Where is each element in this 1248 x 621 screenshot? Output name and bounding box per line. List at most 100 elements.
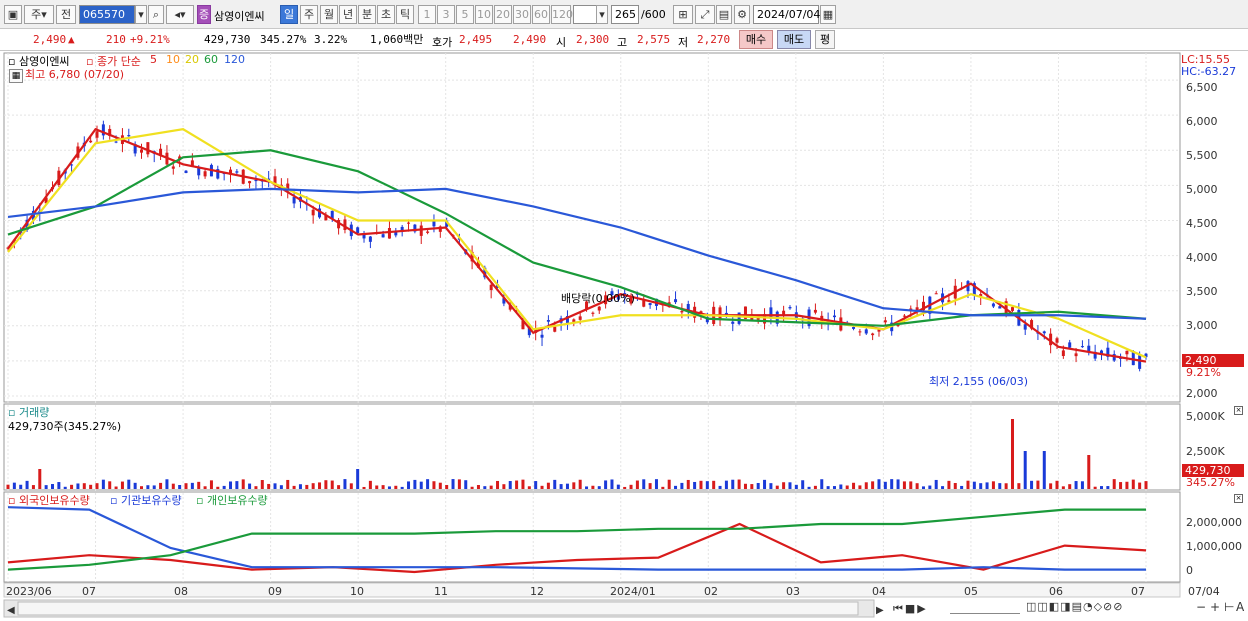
volume-bar xyxy=(483,486,487,489)
bid-price: 2,490 xyxy=(513,33,547,46)
tab-second[interactable]: 초 xyxy=(377,5,395,24)
volume-bar xyxy=(966,480,970,489)
count-input[interactable]: 265 xyxy=(611,5,639,24)
scrollbar-thumb[interactable] xyxy=(17,601,859,616)
mult-60[interactable]: 60 xyxy=(532,5,550,24)
candle-type-icon[interactable]: ⊞ xyxy=(673,5,693,24)
volume-bar xyxy=(57,482,61,489)
volume-bar xyxy=(445,484,449,489)
volume-bar xyxy=(432,481,436,489)
mult-20[interactable]: 20 xyxy=(494,5,512,24)
mult-30[interactable]: 30 xyxy=(513,5,531,24)
reset-zoom-icon[interactable]: ⊢ xyxy=(1224,600,1234,614)
candle-body xyxy=(407,222,411,224)
volume-bar xyxy=(680,482,684,489)
volume-bar xyxy=(972,481,976,489)
x-tick: 03 xyxy=(786,585,800,598)
volume-panel-close-icon[interactable]: × xyxy=(1234,406,1243,415)
volume-bar xyxy=(731,479,735,489)
volume-bar xyxy=(1138,482,1142,489)
custom-interval-dropdown-icon[interactable]: ▾ xyxy=(596,5,608,24)
prev-button[interactable]: 전 xyxy=(56,5,76,24)
candle-body xyxy=(1010,307,1014,311)
date-input[interactable]: 2024/07/04 xyxy=(753,5,820,24)
volume-bar xyxy=(387,486,391,489)
volume-bar xyxy=(12,482,16,489)
volume-bar xyxy=(209,480,213,489)
volume-bar xyxy=(343,479,347,489)
volume-bar xyxy=(591,485,595,489)
candle-body xyxy=(813,309,817,313)
price-tick: 4,500 xyxy=(1186,217,1218,230)
toolbar: ▣ 주▾ 전 065570 ▾ ⌕ ◂▾ 증 삼영이엔씨 일 주 월 년 분 초… xyxy=(0,0,1248,29)
tab-week[interactable]: 주 xyxy=(300,5,318,24)
volume-bar xyxy=(216,486,220,489)
volume-bar xyxy=(553,479,557,489)
volume-bar xyxy=(82,483,86,489)
volume-bar xyxy=(1106,486,1110,489)
font-size-icon[interactable]: A xyxy=(1236,600,1244,614)
price-tick: 3,000 xyxy=(1186,319,1218,332)
chart-area[interactable]: ◀ ▶ xyxy=(0,51,1248,621)
mult-3[interactable]: 3 xyxy=(437,5,455,24)
layout-icon[interactable]: ▣ xyxy=(4,5,22,24)
volume-bar xyxy=(337,485,341,489)
candle-body xyxy=(871,333,875,336)
draw-tool-icon[interactable]: ⤢ xyxy=(695,5,715,24)
scroll-right-icon[interactable]: ▶ xyxy=(876,605,884,616)
volume-bar xyxy=(1049,483,1053,489)
volume-bar xyxy=(44,485,48,489)
settings-gear-icon[interactable]: ⚙ xyxy=(734,5,750,24)
scroll-left-icon[interactable]: ◀ xyxy=(7,605,15,616)
save-icon[interactable]: ▤ xyxy=(716,5,732,24)
volume-bar xyxy=(921,486,925,489)
candle-body xyxy=(184,170,188,174)
volume-bar xyxy=(820,479,824,489)
volume-bar xyxy=(470,486,474,489)
candle-body xyxy=(680,310,684,313)
low-price: 2,270 xyxy=(697,33,731,46)
market-select[interactable]: 주▾ xyxy=(24,5,54,24)
mult-1[interactable]: 1 xyxy=(418,5,436,24)
sell-button[interactable]: 매도 xyxy=(777,30,811,49)
playback-controls[interactable]: ⏮■▶ xyxy=(893,602,928,616)
tab-year[interactable]: 년 xyxy=(339,5,357,24)
buy-button[interactable]: 매수 xyxy=(739,30,773,49)
candle-body xyxy=(248,181,252,184)
volume-bar xyxy=(190,482,194,489)
volume-bar xyxy=(311,483,315,489)
volume-bar xyxy=(565,483,569,489)
candle-body xyxy=(858,331,862,333)
tab-tick[interactable]: 틱 xyxy=(396,5,414,24)
speaker-icon[interactable]: ◂▾ xyxy=(166,5,194,24)
holdings-tick: 0 xyxy=(1186,564,1193,577)
volume-bar xyxy=(1004,483,1008,489)
volume-bar xyxy=(737,479,741,489)
volume-bar xyxy=(871,481,875,489)
holdings-panel-close-icon[interactable]: × xyxy=(1234,494,1243,503)
candle-body xyxy=(311,209,315,216)
zoom-in-icon[interactable]: + xyxy=(1210,600,1220,614)
mult-5[interactable]: 5 xyxy=(456,5,474,24)
zoom-slider[interactable] xyxy=(950,602,1020,614)
zoom-out-icon[interactable]: − xyxy=(1196,600,1206,614)
tab-month[interactable]: 월 xyxy=(320,5,338,24)
volume-bar xyxy=(133,482,137,489)
volume-bar xyxy=(597,486,601,489)
code-dropdown-icon[interactable]: ▾ xyxy=(135,5,147,24)
mult-120[interactable]: 120 xyxy=(551,5,573,24)
tab-minute[interactable]: 분 xyxy=(358,5,376,24)
candle-body xyxy=(546,320,550,322)
volume-bar xyxy=(546,482,550,489)
panel-table-icon[interactable]: ▦ xyxy=(9,69,23,83)
calendar-icon[interactable]: ▦ xyxy=(820,5,836,24)
x-tick: 10 xyxy=(350,585,364,598)
tool-icons[interactable]: ◫◫◧◨▤◔◇⊘⊘ xyxy=(1026,600,1123,613)
volume-bar xyxy=(451,479,455,489)
mult-10[interactable]: 10 xyxy=(475,5,493,24)
avg-button[interactable]: 평 xyxy=(815,30,835,49)
search-icon[interactable]: ⌕ xyxy=(148,5,164,24)
code-input[interactable]: 065570 xyxy=(79,5,135,24)
volume-bar xyxy=(375,485,379,489)
tab-day[interactable]: 일 xyxy=(280,5,298,24)
